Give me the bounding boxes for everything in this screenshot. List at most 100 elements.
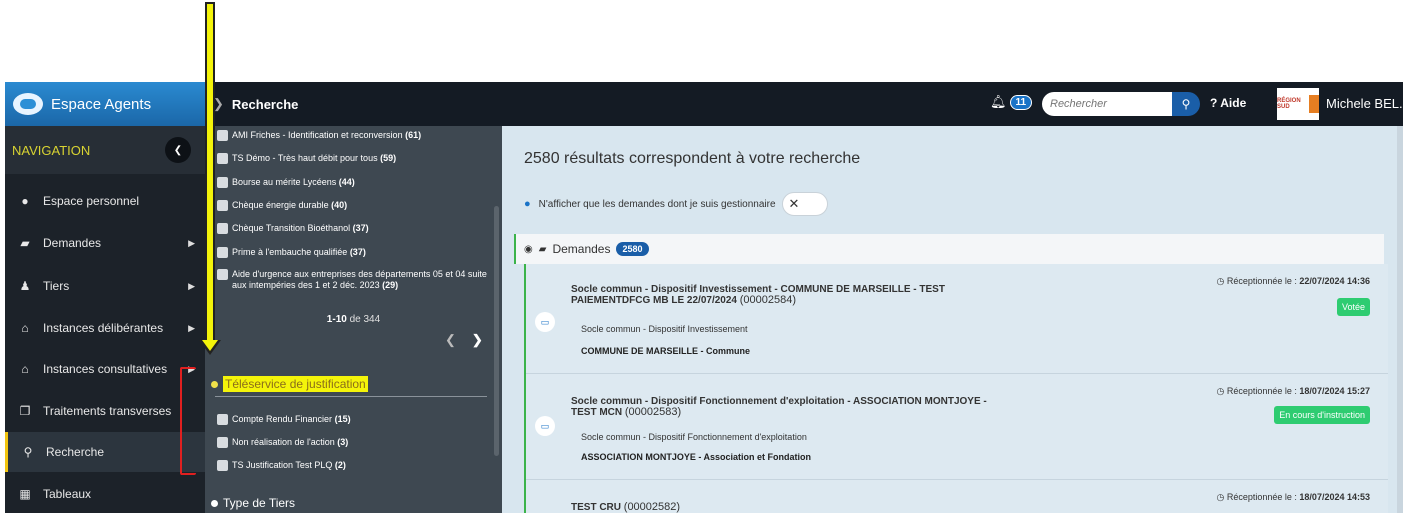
section-title: Demandes: [552, 242, 611, 256]
notifications-badge: 11: [1009, 94, 1033, 110]
collapse-sidebar-button[interactable]: ❮: [165, 137, 191, 163]
result-title[interactable]: Socle commun - Dispositif Investissement…: [571, 284, 1011, 306]
user-icon: ●: [524, 198, 531, 210]
facets-scrollbar[interactable]: [494, 206, 499, 456]
facet-checkbox-item[interactable]: Chèque Transition Bioéthanol (37): [217, 223, 487, 234]
chevron-right-icon: ▶: [188, 237, 195, 248]
chevron-right-icon[interactable]: ❯: [472, 332, 483, 347]
institution-icon: ⌂: [21, 321, 29, 335]
facet-checkbox-item[interactable]: Prime à l'embauche qualifiée (37): [217, 247, 487, 258]
result-title[interactable]: Socle commun - Dispositif Fonctionnement…: [571, 396, 1011, 418]
pager-controls: ❮ ❯: [445, 332, 483, 348]
sidebar-item-label: Demandes: [43, 236, 102, 250]
sidebar-item-tiers[interactable]: ♟ Tiers ▶: [5, 266, 205, 306]
facet-checkbox-item[interactable]: AMI Friches - Identification et reconver…: [217, 130, 487, 141]
checkbox[interactable]: [217, 414, 228, 425]
facet-pager: 1-10 de 344: [205, 314, 502, 325]
checkbox[interactable]: [217, 269, 228, 280]
checkbox[interactable]: [217, 130, 228, 141]
received-date: ◷ Réceptionnée le : 18/07/2024 14:53: [1216, 492, 1370, 502]
search-button[interactable]: ⚲: [1172, 92, 1200, 116]
facet-checkbox-item[interactable]: Chèque énergie durable (40): [217, 200, 487, 211]
sidebar-item-demandes[interactable]: ▰ Demandes ▶: [5, 223, 205, 263]
received-date: ◷ Réceptionnée le : 18/07/2024 15:27: [1216, 386, 1370, 396]
folder-open-icon: ▰: [20, 236, 30, 250]
expand-circle-icon: [211, 499, 218, 507]
facet-group-title: Téléservice de justification: [223, 376, 368, 392]
checkbox[interactable]: [217, 460, 228, 471]
sidebar-item-label: Espace personnel: [43, 194, 140, 208]
sidebar-item-instances-consultatives[interactable]: ⌂ Instances consultatives ▶: [5, 349, 205, 389]
region-logo-text: RÉGION SUD: [1277, 98, 1301, 110]
search-input[interactable]: [1042, 92, 1172, 116]
facet-label: Non réalisation de l'action (3): [232, 437, 349, 447]
sidebar-item-espace-personnel[interactable]: ● Espace personnel: [5, 181, 205, 221]
annotation-bracket: [180, 367, 196, 475]
demandes-section-header[interactable]: ◉ ▰ Demandes 2580: [514, 234, 1384, 264]
facet-label: AMI Friches - Identification et reconver…: [232, 130, 422, 140]
collapse-circle-icon: ◉: [524, 243, 533, 255]
navigation-title: NAVIGATION: [12, 142, 91, 158]
navigation-header: NAVIGATION ❮: [5, 126, 205, 174]
table-icon: ▦: [19, 487, 31, 501]
chevron-right-icon: ▶: [188, 280, 195, 291]
brand-link[interactable]: Espace Agents: [5, 82, 205, 126]
sidebar-item-recherche[interactable]: ⚲ Recherche: [5, 432, 205, 472]
facet-group-title: Type de Tiers: [223, 496, 296, 510]
result-card[interactable]: ▭ Socle commun - Dispositif Investisseme…: [526, 264, 1388, 374]
sidebar-item-traitements-transverses[interactable]: ❐ Traitements transverses: [5, 391, 205, 431]
page-scrollbar[interactable]: [1397, 126, 1403, 513]
facet-label: TS Justification Test PLQ (2): [232, 460, 346, 470]
folder-user-icon: ▭: [535, 312, 555, 332]
results-area: 2580 résultats correspondent à votre rec…: [502, 126, 1403, 513]
facet-label: Compte Rendu Financier (15): [232, 414, 351, 424]
checkbox[interactable]: [217, 153, 228, 164]
facet-checkbox-item[interactable]: TS Justification Test PLQ (2): [217, 460, 487, 471]
annotation-arrow-head-fill: [202, 340, 218, 351]
facet-label: Bourse au mérite Lycéens (44): [232, 177, 355, 187]
chevron-left-icon[interactable]: ❮: [445, 332, 456, 347]
pager-total: de 344: [349, 314, 381, 325]
result-title[interactable]: TEST CRU (00002582): [571, 502, 1011, 513]
checkbox[interactable]: [217, 200, 228, 211]
results-count: 2580 résultats correspondent à votre rec…: [524, 150, 861, 167]
app-logo-icon: [13, 93, 43, 115]
facet-group-teleservice-justification[interactable]: Téléservice de justification: [211, 376, 368, 392]
facet-checkbox-item[interactable]: TS Démo - Très haut débit pour tous (59): [217, 153, 487, 164]
user-menu[interactable]: Michele BEL...: [1326, 96, 1403, 111]
sidebar-item-label: Tableaux: [43, 487, 92, 501]
facet-label: Chèque énergie durable (40): [232, 200, 348, 210]
global-search: ⚲: [1042, 92, 1200, 116]
gestionnaire-toggle[interactable]: ✕: [781, 192, 828, 216]
clock-icon: ◷: [1216, 276, 1225, 286]
sidebar-item-label: Instances consultatives: [43, 362, 168, 376]
help-link[interactable]: ? Aide: [1210, 96, 1246, 110]
search-icon: ⚲: [23, 445, 33, 459]
search-facets-panel: AMI Friches - Identification et reconver…: [205, 126, 502, 513]
checkbox[interactable]: [217, 247, 228, 258]
sidebar-item-instances-deliberantes[interactable]: ⌂ Instances délibérantes ▶: [5, 308, 205, 348]
brand-title: Espace Agents: [51, 95, 152, 113]
facet-group-type-de-tiers[interactable]: Type de Tiers: [211, 496, 295, 510]
sidebar-item-label: Tiers: [43, 279, 70, 293]
sidebar-item-label: Recherche: [46, 445, 105, 459]
sidebar-item-tableaux[interactable]: ▦ Tableaux: [5, 474, 205, 513]
result-subtitle: Socle commun - Dispositif Fonctionnement…: [581, 432, 807, 442]
info-circle-icon: ●: [21, 194, 29, 208]
status-badge: En cours d'instruction: [1274, 406, 1370, 424]
facet-label: Prime à l'embauche qualifiée (37): [232, 247, 366, 257]
notifications-button[interactable]: 🔔︎ 11: [990, 94, 1033, 110]
result-card[interactable]: TEST CRU (00002582) ◷ Réceptionnée le : …: [526, 480, 1388, 513]
screenshot: Espace Agents ❯ Recherche 🔔︎ 11 ⚲ ? Aide…: [0, 0, 1403, 513]
checkbox[interactable]: [217, 223, 228, 234]
received-date: ◷ Réceptionnée le : 22/07/2024 14:36: [1216, 276, 1370, 286]
facet-checkbox-item[interactable]: Compte Rendu Financier (15): [217, 414, 487, 425]
result-card[interactable]: ▭ Socle commun - Dispositif Fonctionneme…: [526, 374, 1388, 480]
checkbox[interactable]: [217, 437, 228, 448]
facet-checkbox-item[interactable]: Aide d'urgence aux entreprises des dépar…: [217, 269, 487, 291]
checkbox[interactable]: [217, 177, 228, 188]
navigation-sidebar: NAVIGATION ❮ ● Espace personnel ▰ Demand…: [5, 126, 205, 513]
facet-checkbox-item[interactable]: Bourse au mérite Lycéens (44): [217, 177, 487, 188]
facet-checkbox-item[interactable]: Non réalisation de l'action (3): [217, 437, 487, 448]
annotation-arrow: [205, 2, 215, 342]
